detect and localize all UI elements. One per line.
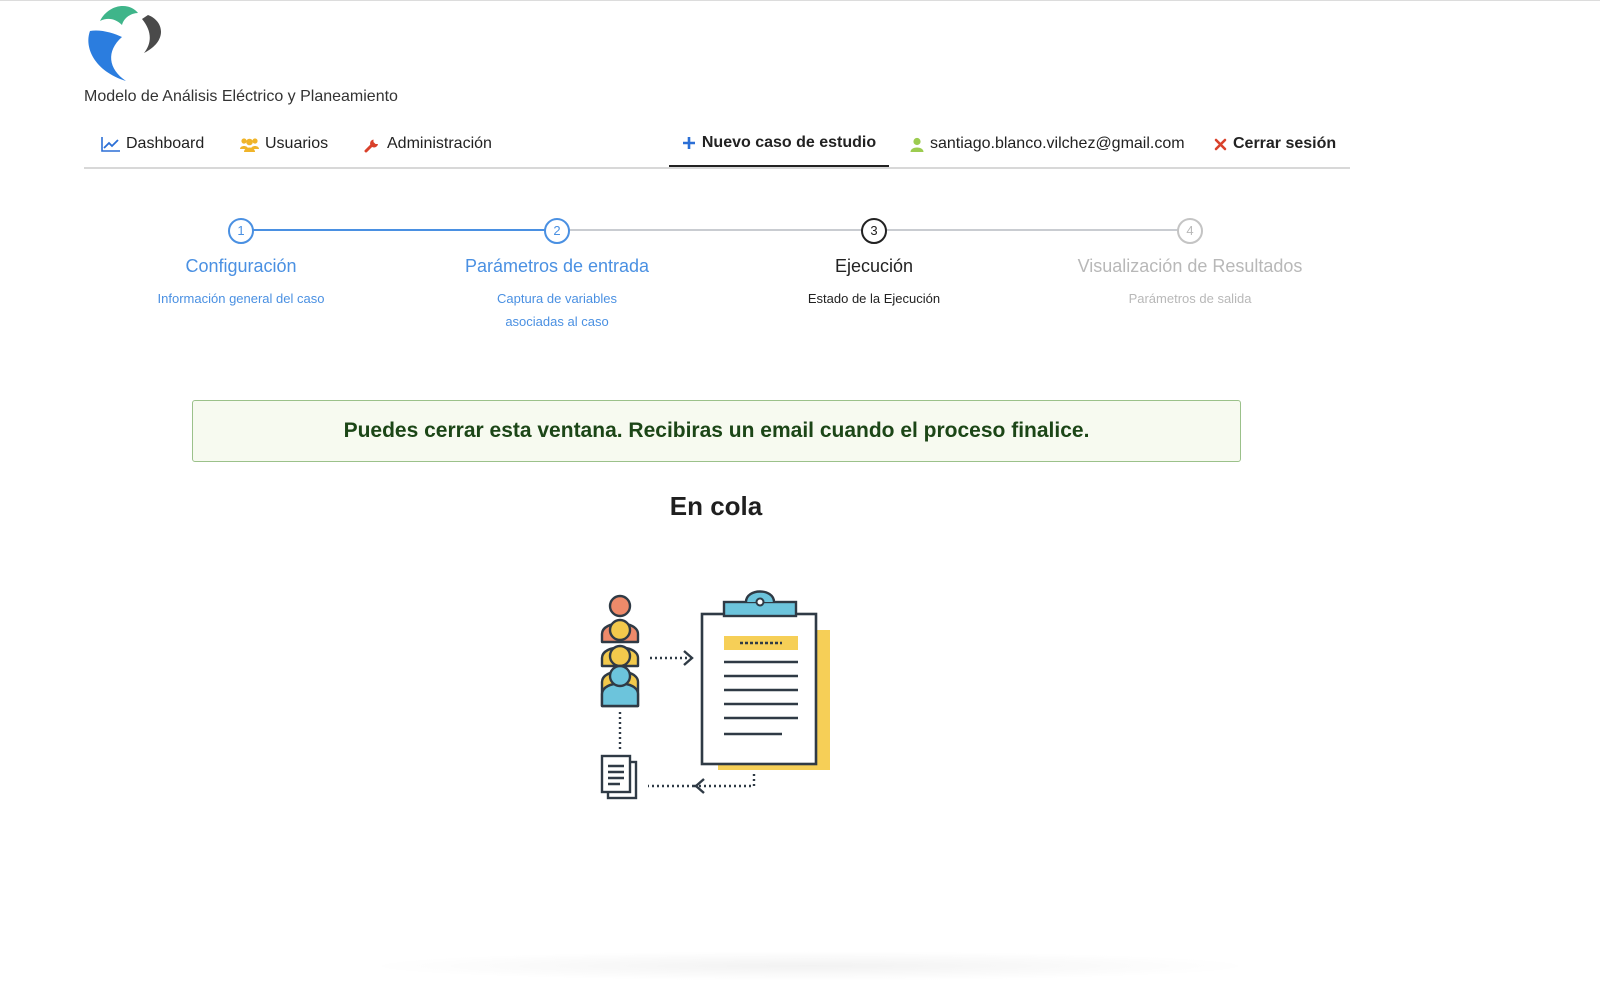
step-ejecucion: 3 Ejecución Estado de la Ejecución bbox=[744, 211, 1004, 310]
app-title: Modelo de Análisis Eléctrico y Planeamie… bbox=[84, 88, 398, 105]
line-chart-icon bbox=[101, 136, 120, 152]
nav-logout[interactable]: Cerrar sesión bbox=[1214, 121, 1336, 167]
main-nav: Dashboard Usuarios Administración Nuevo … bbox=[84, 121, 1350, 169]
logo-swirl-icon bbox=[88, 6, 161, 82]
step-number: 3 bbox=[861, 218, 887, 244]
nav-users-label: Usuarios bbox=[265, 135, 329, 152]
step-subtitle: Estado de la Ejecución bbox=[807, 291, 941, 306]
step-number: 1 bbox=[228, 218, 254, 244]
step-parametros-entrada[interactable]: 2 Parámetros de entrada Captura de varia… bbox=[427, 211, 687, 333]
nav-new-case[interactable]: Nuevo caso de estudio bbox=[669, 121, 889, 167]
plus-icon bbox=[682, 137, 695, 149]
step-subtitle: Captura de variables asociadas al caso bbox=[497, 291, 617, 329]
queue-clipboard-illustration bbox=[600, 590, 830, 800]
nav-user-email: santiago.blanco.vilchez@gmail.com bbox=[930, 135, 1185, 152]
user-icon bbox=[910, 137, 924, 152]
step-configuracion[interactable]: 1 Configuración Información general del … bbox=[111, 211, 371, 310]
step-visualizacion-resultados: 4 Visualización de Resultados Parámetros… bbox=[1060, 211, 1320, 310]
step-title: Parámetros de entrada bbox=[464, 256, 650, 276]
nav-dashboard[interactable]: Dashboard bbox=[101, 121, 204, 167]
step-subtitle: Información general del caso bbox=[157, 291, 325, 306]
step-title: Configuración bbox=[185, 256, 297, 276]
nav-user-account[interactable]: santiago.blanco.vilchez@gmail.com bbox=[910, 121, 1185, 167]
step-subtitle: Parámetros de salida bbox=[1128, 291, 1252, 306]
nav-dashboard-label: Dashboard bbox=[126, 135, 205, 152]
nav-admin-label: Administración bbox=[387, 135, 492, 152]
step-title: Ejecución bbox=[834, 256, 914, 276]
step-title: Visualización de Resultados bbox=[1077, 256, 1303, 276]
bottom-shadow bbox=[360, 951, 1260, 981]
status-heading: En cola bbox=[669, 491, 763, 521]
step-number: 2 bbox=[544, 218, 570, 244]
users-icon bbox=[240, 137, 259, 152]
step-number: 4 bbox=[1177, 218, 1203, 244]
progress-stepper: 1 Configuración Información general del … bbox=[0, 211, 1600, 341]
nav-users[interactable]: Usuarios bbox=[240, 121, 328, 167]
close-icon bbox=[1214, 138, 1227, 150]
info-alert: Puedes cerrar esta ventana. Recibiras un… bbox=[192, 400, 1241, 462]
nav-new-case-label: Nuevo caso de estudio bbox=[701, 134, 877, 151]
nav-admin[interactable]: Administración bbox=[364, 121, 492, 167]
nav-logout-label: Cerrar sesión bbox=[1233, 135, 1337, 152]
wrench-icon bbox=[364, 139, 378, 152]
